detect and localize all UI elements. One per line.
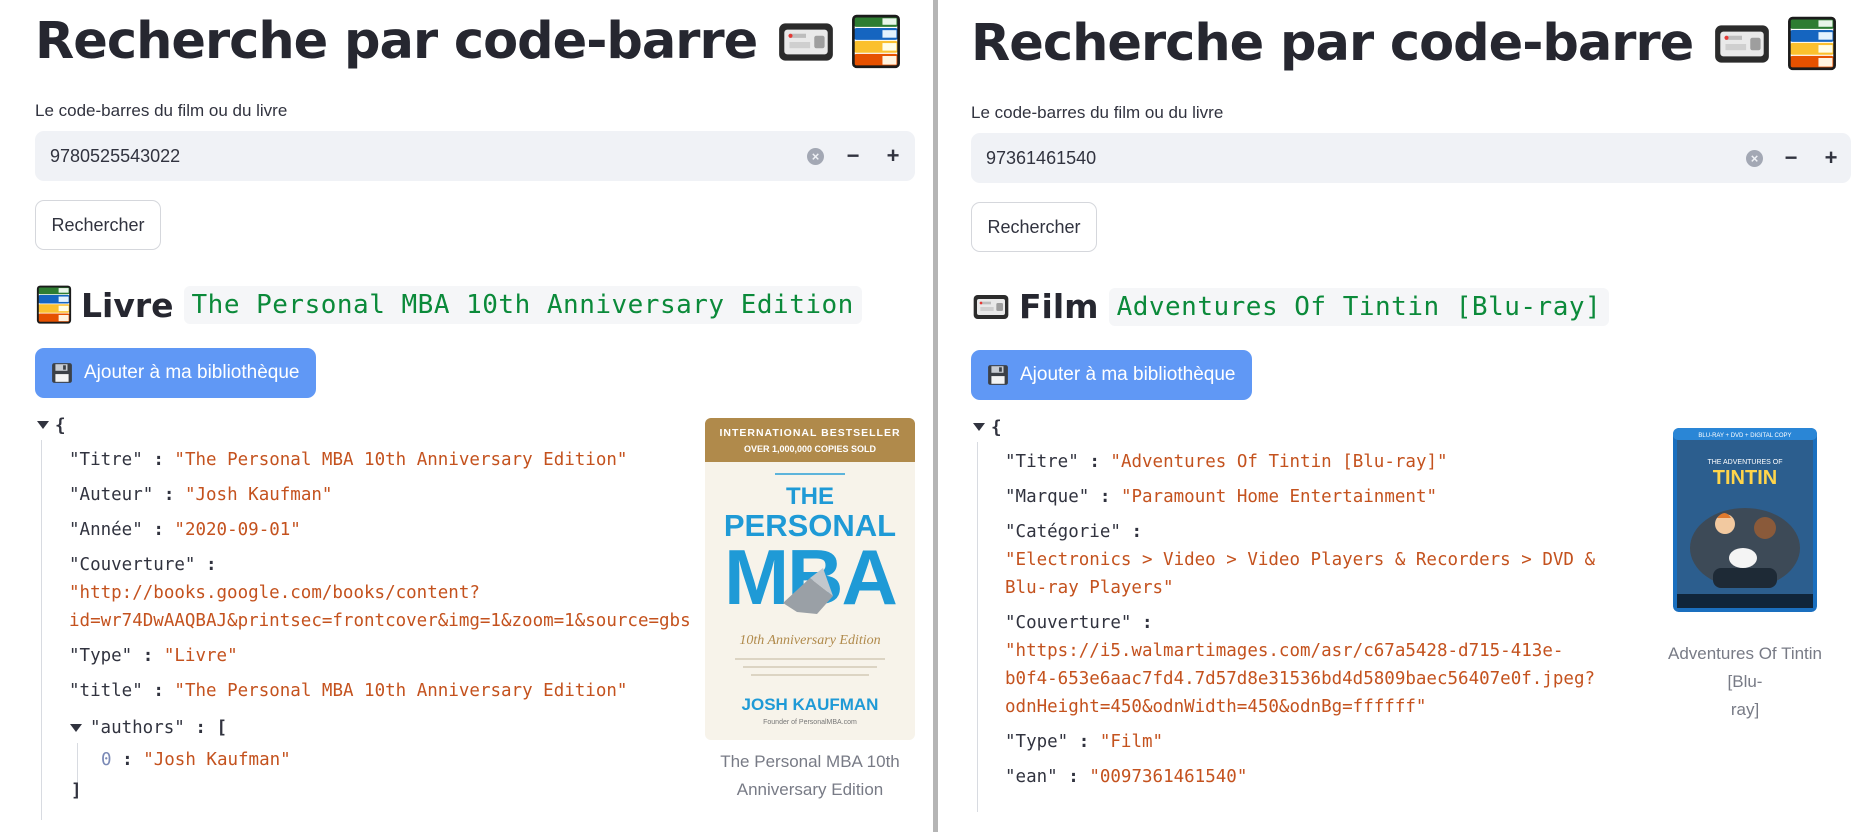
add-to-library-label: Ajouter à ma bibliothèque — [1020, 364, 1236, 385]
decrement-button[interactable]: − — [843, 145, 863, 167]
book-cover-art: INTERNATIONAL BESTSELLER OVER 1,000,000 … — [705, 418, 915, 740]
search-button[interactable]: Rechercher — [971, 202, 1097, 252]
page-title-text: Recherche par code-barre — [35, 12, 758, 71]
page-title: Recherche par code-barre — [971, 14, 1839, 73]
json-entry: "Couverture" : — [69, 555, 217, 575]
json-open-brace: { — [991, 418, 1002, 438]
json-entry: "Année" : "2020-09-01" — [69, 520, 301, 540]
json-entry-value: "https://i5.walmartimages.com/asr/c67a54… — [1005, 641, 1564, 661]
add-to-library-button[interactable]: Ajouter à ma bibliothèque — [35, 348, 317, 398]
svg-text:BLU-RAY + DVD + DIGITAL COPY: BLU-RAY + DVD + DIGITAL COPY — [1698, 433, 1791, 439]
result-kind: Film — [1019, 287, 1099, 326]
clear-icon[interactable]: × — [1746, 149, 1763, 167]
svg-text:THE: THE — [786, 483, 834, 510]
collapse-toggle[interactable] — [973, 423, 985, 431]
json-open-brace: { — [55, 416, 66, 436]
add-to-library-label: Ajouter à ma bibliothèque — [84, 362, 300, 383]
json-indent-guide — [41, 440, 42, 820]
json-entry: "Catégorie" : — [1005, 522, 1142, 542]
svg-text:THE ADVENTURES OF: THE ADVENTURES OF — [1707, 459, 1782, 466]
barcode-input[interactable]: 9780525543022 × − + — [35, 131, 915, 181]
left-panel: Recherche par code-barre Le code-barres … — [0, 0, 935, 832]
collapse-toggle[interactable] — [70, 724, 82, 732]
increment-button[interactable]: + — [883, 145, 903, 167]
title-icons — [1711, 16, 1839, 72]
books-icon — [849, 14, 903, 70]
barcode-input[interactable]: 97361461540 × − + — [971, 133, 1851, 183]
barcode-label: Le code-barres du film ou du livre — [35, 101, 288, 120]
movie-cover-art: BLU-RAY + DVD + DIGITAL COPY THE ADVENTU… — [1673, 428, 1817, 612]
svg-text:INTERNATIONAL BESTSELLER: INTERNATIONAL BESTSELLER — [719, 427, 900, 439]
json-entry-value: odnHeight=450&odnWidth=450&odnBg=ffffff" — [1005, 697, 1427, 717]
svg-text:TINTIN: TINTIN — [1713, 467, 1777, 489]
svg-text:JOSH KAUFMAN: JOSH KAUFMAN — [742, 695, 879, 714]
page-title-text: Recherche par code-barre — [971, 14, 1694, 73]
json-close-bracket: ] — [71, 781, 82, 801]
clear-icon[interactable]: × — [807, 147, 824, 165]
title-icons — [775, 14, 903, 70]
result-header: Film Adventures Of Tintin [Blu-ray] — [971, 287, 1610, 326]
cover-caption: The Personal MBA 10th Anniversary Editio… — [720, 752, 900, 799]
result-title-code: Adventures Of Tintin [Blu-ray] — [1108, 287, 1610, 326]
json-entry: "Couverture" : — [1005, 613, 1153, 633]
floppy-disk-icon — [987, 364, 1009, 386]
barcode-label: Le code-barres du film ou du livre — [971, 103, 1224, 122]
json-entry: "Type" : "Film" — [1005, 732, 1164, 752]
json-entry: "ean" : "0097361461540" — [1005, 767, 1248, 787]
barcode-value[interactable]: 97361461540 — [986, 148, 1096, 169]
json-indent-guide — [977, 442, 978, 812]
result-kind: Livre — [81, 285, 174, 325]
video-camera-icon — [971, 290, 1011, 324]
json-entry-value: id=wr74DwAAQBAJ&printsec=frontcover&img=… — [69, 611, 689, 631]
increment-button[interactable]: + — [1821, 147, 1841, 169]
json-entry: "Titre" : "The Personal MBA 10th Anniver… — [69, 450, 628, 470]
json-entry-value: "Electronics > Video > Video Players & R… — [1005, 550, 1596, 570]
barcode-value[interactable]: 9780525543022 — [50, 146, 180, 167]
json-entry-value: "http://books.google.com/books/content? — [69, 583, 480, 603]
books-icon — [35, 285, 73, 325]
svg-text:Founder of PersonalMBA.com: Founder of PersonalMBA.com — [763, 719, 857, 726]
json-entry: "Type" : "Livre" — [69, 646, 238, 666]
json-entry: "authors" : [ — [90, 718, 228, 738]
page-title: Recherche par code-barre — [35, 12, 903, 71]
json-entry: "Titre" : "Adventures Of Tintin [Blu-ray… — [1005, 452, 1448, 472]
video-camera-icon — [1711, 19, 1773, 69]
right-panel: Recherche par code-barre Le code-barres … — [937, 0, 1852, 832]
search-button[interactable]: Rechercher — [35, 200, 161, 250]
json-entry-value: Blu-ray Players" — [1005, 578, 1174, 598]
collapse-toggle[interactable] — [37, 421, 49, 429]
svg-text:OVER 1,000,000 COPIES SOLD: OVER 1,000,000 COPIES SOLD — [744, 444, 877, 454]
result-title-code: The Personal MBA 10th Anniversary Editio… — [183, 286, 862, 324]
video-camera-icon — [775, 17, 837, 67]
movie-cover-image: BLU-RAY + DVD + DIGITAL COPY THE ADVENTU… — [1673, 428, 1817, 612]
add-to-library-button[interactable]: Ajouter à ma bibliothèque — [971, 350, 1253, 400]
decrement-button[interactable]: − — [1781, 147, 1801, 169]
json-entry: "Auteur" : "Josh Kaufman" — [69, 485, 333, 505]
json-entry-value: b0f4-653e6aac7fd4.7d57d8e31536bd4d5809ba… — [1005, 669, 1596, 689]
json-indent-guide — [77, 743, 78, 783]
json-array-item: 0 : "Josh Kaufman" — [101, 750, 291, 770]
json-entry: "Marque" : "Paramount Home Entertainment… — [1005, 487, 1438, 507]
books-icon — [1785, 16, 1839, 72]
json-entry: "title" : "The Personal MBA 10th Anniver… — [69, 681, 628, 701]
book-cover-image: INTERNATIONAL BESTSELLER OVER 1,000,000 … — [705, 418, 915, 740]
svg-text:10th Anniversary Edition: 10th Anniversary Edition — [739, 633, 880, 648]
cover-caption: Adventures Of Tintin [Blu- ray] — [1667, 644, 1823, 719]
result-header: Livre The Personal MBA 10th Anniversary … — [35, 285, 862, 325]
floppy-disk-icon — [51, 362, 73, 384]
